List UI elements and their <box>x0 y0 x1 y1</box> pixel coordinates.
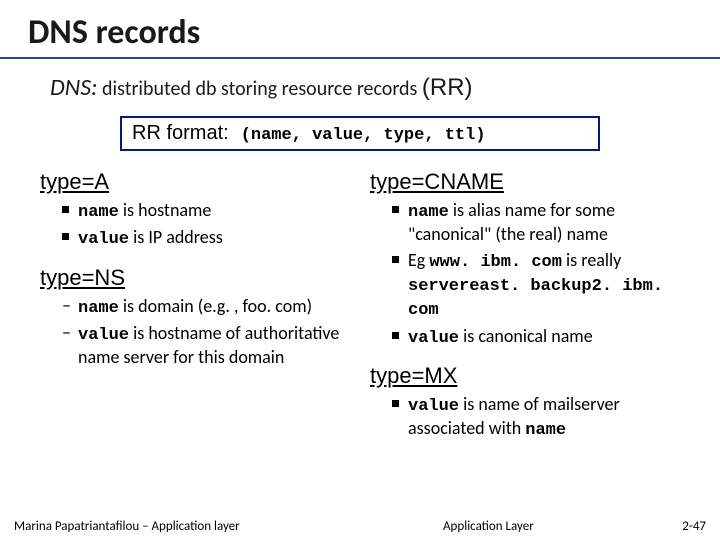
subtitle-text: distributed db storing resource records <box>102 77 417 101</box>
type-a-b1: name is hostname <box>62 199 360 223</box>
type-cname-list: name is alias name for some "canonical" … <box>370 199 690 349</box>
slide-title: DNS records <box>0 0 720 57</box>
type-a-head: type=A <box>40 169 360 195</box>
type-ns-b1: name is domain (e.g. , foo. com) <box>62 295 360 319</box>
footer-left: Marina Papatriantafilou – Application la… <box>14 519 240 534</box>
type-ns-b2: value is hostname of authoritative name … <box>62 322 360 369</box>
text: is canonical name <box>459 325 593 347</box>
rr-format-label: RR format: <box>132 122 229 145</box>
text: is domain (e.g. , foo. com) <box>119 295 312 317</box>
type-mx-b1: value is name of mailserver associated w… <box>392 393 690 442</box>
type-mx-block: type=MX value is name of mailserver asso… <box>370 363 690 442</box>
mono: value <box>78 326 129 345</box>
text: Eg <box>408 249 429 271</box>
type-cname-b1: name is alias name for some "canonical" … <box>392 199 690 246</box>
type-a-block: type=A name is hostname value is IP addr… <box>40 169 360 251</box>
mono: www. ibm. com <box>429 253 562 272</box>
type-cname-head: type=CNAME <box>370 169 690 195</box>
type-cname-b2: Eg www. ibm. com is really servereast. b… <box>392 249 690 322</box>
mono: name <box>525 421 566 440</box>
type-ns-head: type=NS <box>40 265 360 291</box>
type-mx-head: type=MX <box>370 363 690 389</box>
type-mx-list: value is name of mailserver associated w… <box>370 393 690 442</box>
type-a-list: name is hostname value is IP address <box>40 199 360 251</box>
mono: name <box>78 299 119 318</box>
left-column: type=A name is hostname value is IP addr… <box>40 169 360 455</box>
title-rule <box>0 57 720 59</box>
type-ns-block: type=NS name is domain (e.g. , foo. com)… <box>40 265 360 369</box>
mono: value <box>408 329 459 348</box>
text: is really <box>562 249 621 271</box>
footer-mid: Application Layer <box>443 519 534 534</box>
type-ns-list: name is domain (e.g. , foo. com) value i… <box>40 295 360 369</box>
right-column: type=CNAME name is alias name for some "… <box>370 169 690 455</box>
subtitle-prefix: DNS: <box>50 73 98 102</box>
subtitle: DNS: distributed db storing resource rec… <box>50 73 680 102</box>
type-cname-block: type=CNAME name is alias name for some "… <box>370 169 690 349</box>
footer: Marina Papatriantafilou – Application la… <box>14 519 706 534</box>
text: is hostname <box>119 199 212 221</box>
text: is IP address <box>129 226 223 248</box>
columns: type=A name is hostname value is IP addr… <box>0 169 720 455</box>
type-cname-b3: value is canonical name <box>392 325 690 349</box>
mono: name <box>408 203 449 222</box>
mono: value <box>408 397 459 416</box>
rr-format-tuple: (name, value, type, ttl) <box>241 126 486 145</box>
mono: name <box>78 203 119 222</box>
rr-format-box: RR format: (name, value, type, ttl) <box>120 116 600 151</box>
mono: servereast. backup2. ibm. com <box>408 277 663 320</box>
type-a-b2: value is IP address <box>62 226 360 250</box>
mono: value <box>78 230 129 249</box>
footer-right: 2-47 <box>682 519 706 534</box>
subtitle-abbr: (RR) <box>422 74 473 101</box>
